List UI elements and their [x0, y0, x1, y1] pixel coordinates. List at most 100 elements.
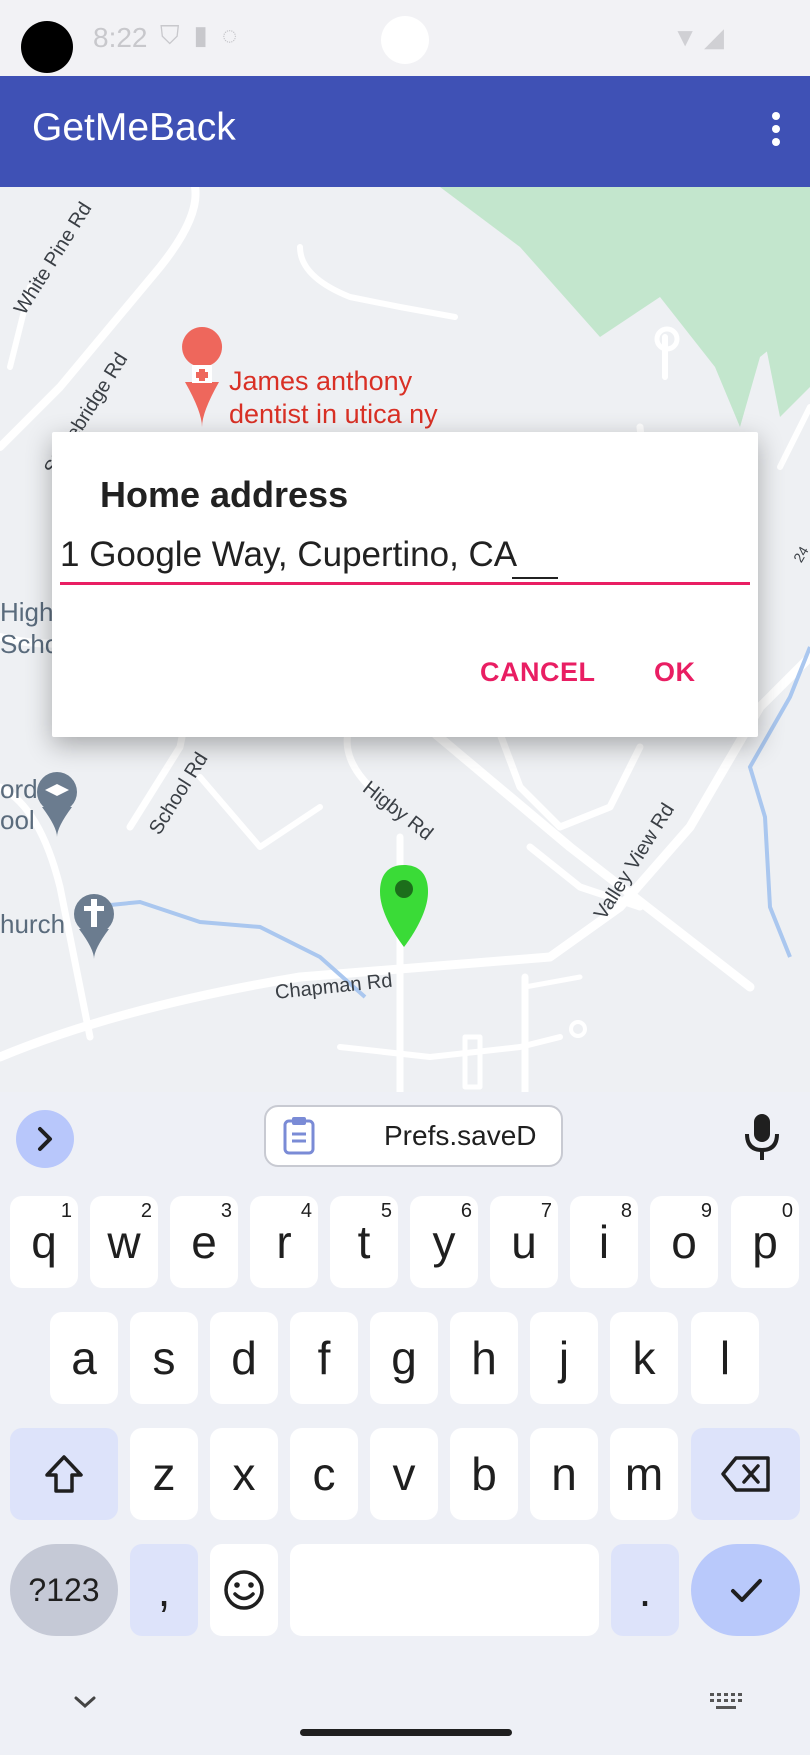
key-n[interactable]: n	[530, 1428, 598, 1520]
app-bar: GetMeBack	[0, 76, 810, 187]
key-g[interactable]: g	[370, 1312, 438, 1404]
key-i[interactable]: i8	[570, 1196, 638, 1288]
key-k[interactable]: k	[610, 1312, 678, 1404]
key-l[interactable]: l	[691, 1312, 759, 1404]
hide-keyboard-chevron-icon[interactable]	[70, 1692, 100, 1712]
key-label: u	[511, 1216, 537, 1268]
status-time: 8:22	[93, 22, 148, 53]
spellcheck-underline	[512, 577, 558, 579]
symbols-key[interactable]: ?123	[10, 1544, 118, 1636]
key-e[interactable]: e3	[170, 1196, 238, 1288]
key-d[interactable]: d	[210, 1312, 278, 1404]
location-marker-icon[interactable]	[380, 865, 428, 947]
map-label-high-school-1: High	[0, 597, 54, 627]
home-address-dialog: Home address CANCEL OK	[52, 432, 758, 737]
sync-icon: ◌	[221, 20, 252, 50]
school-poi-icon[interactable]	[37, 772, 77, 837]
keyboard-switch-icon[interactable]	[708, 1690, 744, 1714]
key-label: p	[752, 1216, 778, 1268]
poi-name[interactable]: James anthony dentist in utica ny	[229, 365, 438, 431]
key-a[interactable]: a	[50, 1312, 118, 1404]
church-poi-icon[interactable]	[74, 894, 114, 959]
app-title: GetMeBack	[32, 106, 236, 149]
map-label-ford-2: ool	[0, 805, 35, 835]
backspace-icon	[720, 1456, 770, 1492]
key-o[interactable]: o9	[650, 1196, 718, 1288]
clipboard-suggestion-text: Prefs.saveD	[384, 1120, 537, 1151]
address-input-container	[60, 532, 750, 585]
backspace-key[interactable]	[691, 1428, 800, 1520]
emoji-key[interactable]	[210, 1544, 278, 1636]
period-key[interactable]: .	[611, 1544, 679, 1636]
key-hint: 1	[60, 1200, 72, 1222]
home-handle[interactable]	[300, 1729, 512, 1736]
done-key[interactable]	[691, 1544, 800, 1636]
map-label-church: hurch	[0, 909, 66, 939]
cancel-button[interactable]: CANCEL	[480, 657, 596, 688]
keyboard-toolbar: Prefs.saveD	[0, 1092, 810, 1192]
expand-toolbar-button[interactable]	[16, 1110, 74, 1168]
key-hint: 2	[140, 1200, 152, 1222]
comma-key[interactable]: ,	[130, 1544, 198, 1636]
key-label: y	[432, 1216, 456, 1268]
ok-button[interactable]: OK	[654, 657, 696, 688]
key-hint: 9	[700, 1200, 712, 1222]
key-h[interactable]: h	[450, 1312, 518, 1404]
key-hint: 3	[220, 1200, 232, 1222]
key-r[interactable]: r4	[250, 1196, 318, 1288]
key-y[interactable]: y6	[410, 1196, 478, 1288]
key-label: t	[357, 1216, 371, 1268]
key-v[interactable]: v	[370, 1428, 438, 1520]
signal-icon: ◢	[704, 22, 730, 52]
shift-key[interactable]	[10, 1428, 118, 1520]
key-c[interactable]: c	[290, 1428, 358, 1520]
key-hint: 7	[540, 1200, 552, 1222]
key-hint: 8	[620, 1200, 632, 1222]
key-w[interactable]: w2	[90, 1196, 158, 1288]
status-right-icons: ▼◢	[672, 22, 730, 53]
key-label: q	[31, 1216, 57, 1268]
space-bar[interactable]	[290, 1544, 599, 1636]
poi-name-line1: James anthony	[229, 366, 413, 396]
emoji-icon	[224, 1570, 264, 1610]
key-s[interactable]: s	[130, 1312, 198, 1404]
mic-icon[interactable]	[742, 1112, 782, 1162]
map-label-ford-1: ord	[0, 774, 38, 804]
key-label: w	[107, 1216, 141, 1268]
key-label: r	[276, 1216, 292, 1268]
more-vert-icon[interactable]	[766, 112, 786, 152]
status-bar: 8:22 ⛉▮◌ ▼◢	[0, 0, 810, 76]
clipboard-suggestion-chip[interactable]: Prefs.saveD	[264, 1105, 563, 1167]
key-j[interactable]: j	[530, 1312, 598, 1404]
clipboard-icon	[283, 1117, 315, 1155]
key-hint: 6	[460, 1200, 472, 1222]
key-f[interactable]: f	[290, 1312, 358, 1404]
key-q[interactable]: q1	[10, 1196, 78, 1288]
key-hint: 0	[781, 1200, 793, 1222]
key-z[interactable]: z	[130, 1428, 198, 1520]
camera-cutout	[21, 21, 73, 73]
key-hint: 5	[380, 1200, 392, 1222]
key-m[interactable]: m	[610, 1428, 678, 1520]
sd-card-icon: ▮	[193, 20, 222, 50]
address-input[interactable]	[60, 532, 750, 578]
map-label-high-school-2: Scho	[0, 629, 60, 659]
key-p[interactable]: p0	[731, 1196, 799, 1288]
key-u[interactable]: u7	[490, 1196, 558, 1288]
key-label: i	[598, 1216, 610, 1268]
key-hint: 4	[300, 1200, 312, 1222]
wifi-icon: ▼	[672, 22, 704, 52]
shift-icon	[45, 1455, 83, 1493]
key-t[interactable]: t5	[330, 1196, 398, 1288]
dentist-poi-icon[interactable]	[182, 327, 223, 427]
status-icons: ⛉▮◌	[160, 20, 251, 52]
key-label: e	[191, 1216, 217, 1268]
key-b[interactable]: b	[450, 1428, 518, 1520]
shield-icon: ⛉	[160, 20, 194, 50]
navigation-bar	[0, 1660, 810, 1755]
key-x[interactable]: x	[210, 1428, 278, 1520]
dialog-title: Home address	[100, 474, 349, 515]
notification-dot	[381, 16, 429, 64]
checkmark-icon	[730, 1579, 762, 1602]
soft-keyboard: Prefs.saveD q1 w2 e3 r4 t5 y6 u7 i8 o9 p…	[0, 1092, 810, 1755]
